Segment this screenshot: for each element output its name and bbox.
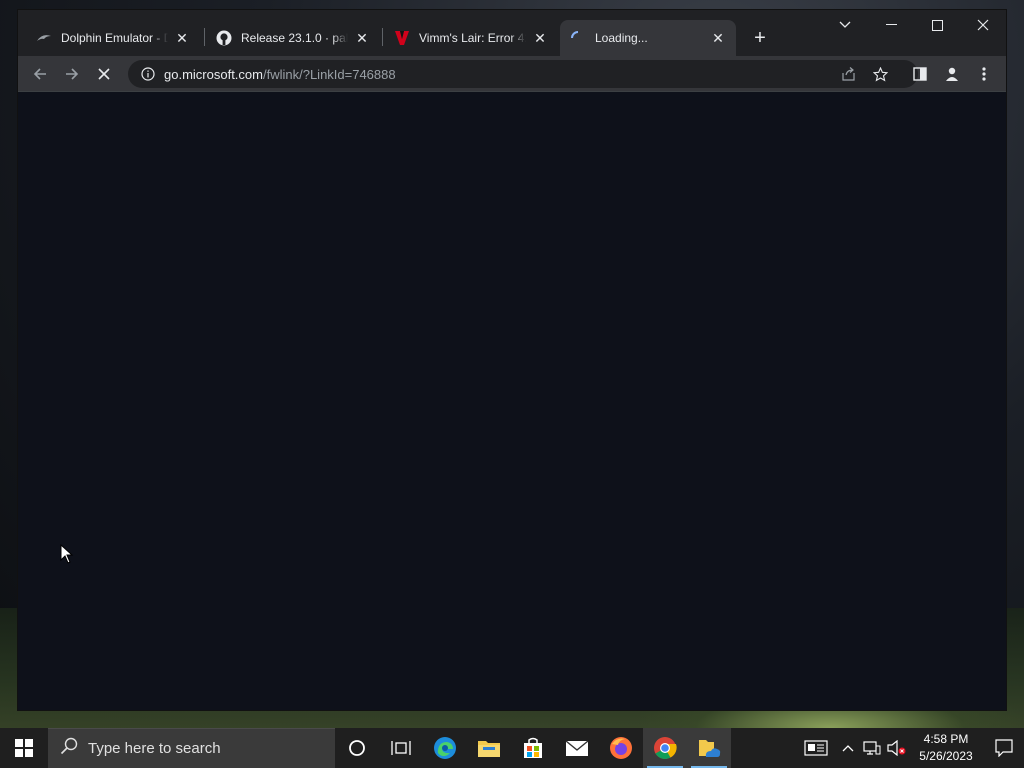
share-icon[interactable] (840, 66, 856, 82)
mail-icon[interactable] (555, 728, 599, 768)
site-info-icon[interactable] (140, 66, 156, 82)
taskbar-search-box[interactable]: Type here to search (48, 728, 335, 768)
tab-search-icon[interactable] (822, 10, 868, 40)
address-bar[interactable]: go.microsoft.com/fwlink/?LinkId=746888 (128, 60, 918, 88)
taskbar: Type here to search 4:58 PM 5/26/2023 (0, 728, 1024, 768)
page-viewport[interactable] (18, 92, 1006, 710)
tab-close-icon[interactable]: ✕ (532, 30, 548, 46)
vimm-icon (394, 30, 410, 46)
tab-close-icon[interactable]: ✕ (710, 30, 726, 46)
chrome-icon[interactable] (643, 728, 687, 768)
file-explorer-icon[interactable] (467, 728, 511, 768)
chrome-window: Dolphin Emulator - Dolphin Blog ✕ Releas… (18, 10, 1006, 710)
forward-arrow-icon[interactable] (58, 60, 86, 88)
url-path: /fwlink/?LinkId=746888 (262, 66, 396, 82)
bookmark-star-icon[interactable] (872, 66, 888, 82)
tab-close-icon[interactable]: ✕ (354, 30, 370, 46)
url-host: go.microsoft.com (164, 66, 263, 82)
cortana-icon[interactable] (335, 728, 379, 768)
tab-github-release[interactable]: Release 23.1.0 · pal1000/mesa-dist-win ✕ (206, 20, 380, 56)
tab-title: Loading... (595, 31, 648, 45)
system-clock[interactable]: 4:58 PM 5/26/2023 (908, 731, 984, 765)
clock-time: 4:58 PM (923, 732, 969, 746)
tab-dolphin[interactable]: Dolphin Emulator - Dolphin Blog ✕ (26, 20, 200, 56)
onedrive-folder-icon[interactable] (687, 728, 731, 768)
maximize-icon[interactable] (914, 10, 960, 40)
profile-avatar-icon[interactable] (938, 60, 966, 88)
search-icon (60, 737, 78, 760)
tab-strip: Dolphin Emulator - Dolphin Blog ✕ Releas… (18, 10, 1006, 56)
loading-spinner-icon (570, 30, 586, 46)
clock-date: 5/26/2023 (919, 749, 973, 763)
chevron-up-icon[interactable] (836, 728, 860, 768)
minimize-icon[interactable] (868, 10, 914, 40)
system-tray: 4:58 PM 5/26/2023 (796, 728, 1024, 768)
tab-title: Vimm's Lair: Error 429 (419, 31, 526, 45)
windows-start-icon[interactable] (0, 728, 48, 768)
volume-muted-icon[interactable] (884, 728, 908, 768)
back-arrow-icon[interactable] (26, 60, 54, 88)
tab-vimms-lair[interactable]: Vimm's Lair: Error 429 ✕ (384, 20, 558, 56)
news-widget-icon[interactable] (796, 728, 836, 768)
close-window-icon[interactable] (960, 10, 1006, 40)
tab-divider (382, 28, 383, 46)
tab-loading[interactable]: Loading... ✕ (560, 20, 736, 56)
dolphin-icon (36, 30, 52, 46)
browser-toolbar: go.microsoft.com/fwlink/?LinkId=746888 (18, 56, 1006, 92)
new-tab-button[interactable]: + (748, 26, 772, 50)
tab-divider (204, 28, 205, 46)
stop-loading-icon[interactable] (90, 60, 118, 88)
store-icon[interactable] (511, 728, 555, 768)
tab-title: Dolphin Emulator - Dolphin Blog (61, 31, 168, 45)
network-icon[interactable] (860, 728, 884, 768)
tab-title: Release 23.1.0 · pal1000/mesa-dist-win (241, 31, 348, 45)
firefox-icon[interactable] (599, 728, 643, 768)
edge-icon[interactable] (423, 728, 467, 768)
notification-center-icon[interactable] (984, 728, 1024, 768)
tab-close-icon[interactable]: ✕ (174, 30, 190, 46)
mouse-cursor-icon (60, 544, 74, 564)
github-icon (216, 30, 232, 46)
task-view-icon[interactable] (379, 728, 423, 768)
search-placeholder: Type here to search (88, 740, 221, 757)
side-panel-icon[interactable] (906, 60, 934, 88)
kebab-menu-icon[interactable] (970, 60, 998, 88)
